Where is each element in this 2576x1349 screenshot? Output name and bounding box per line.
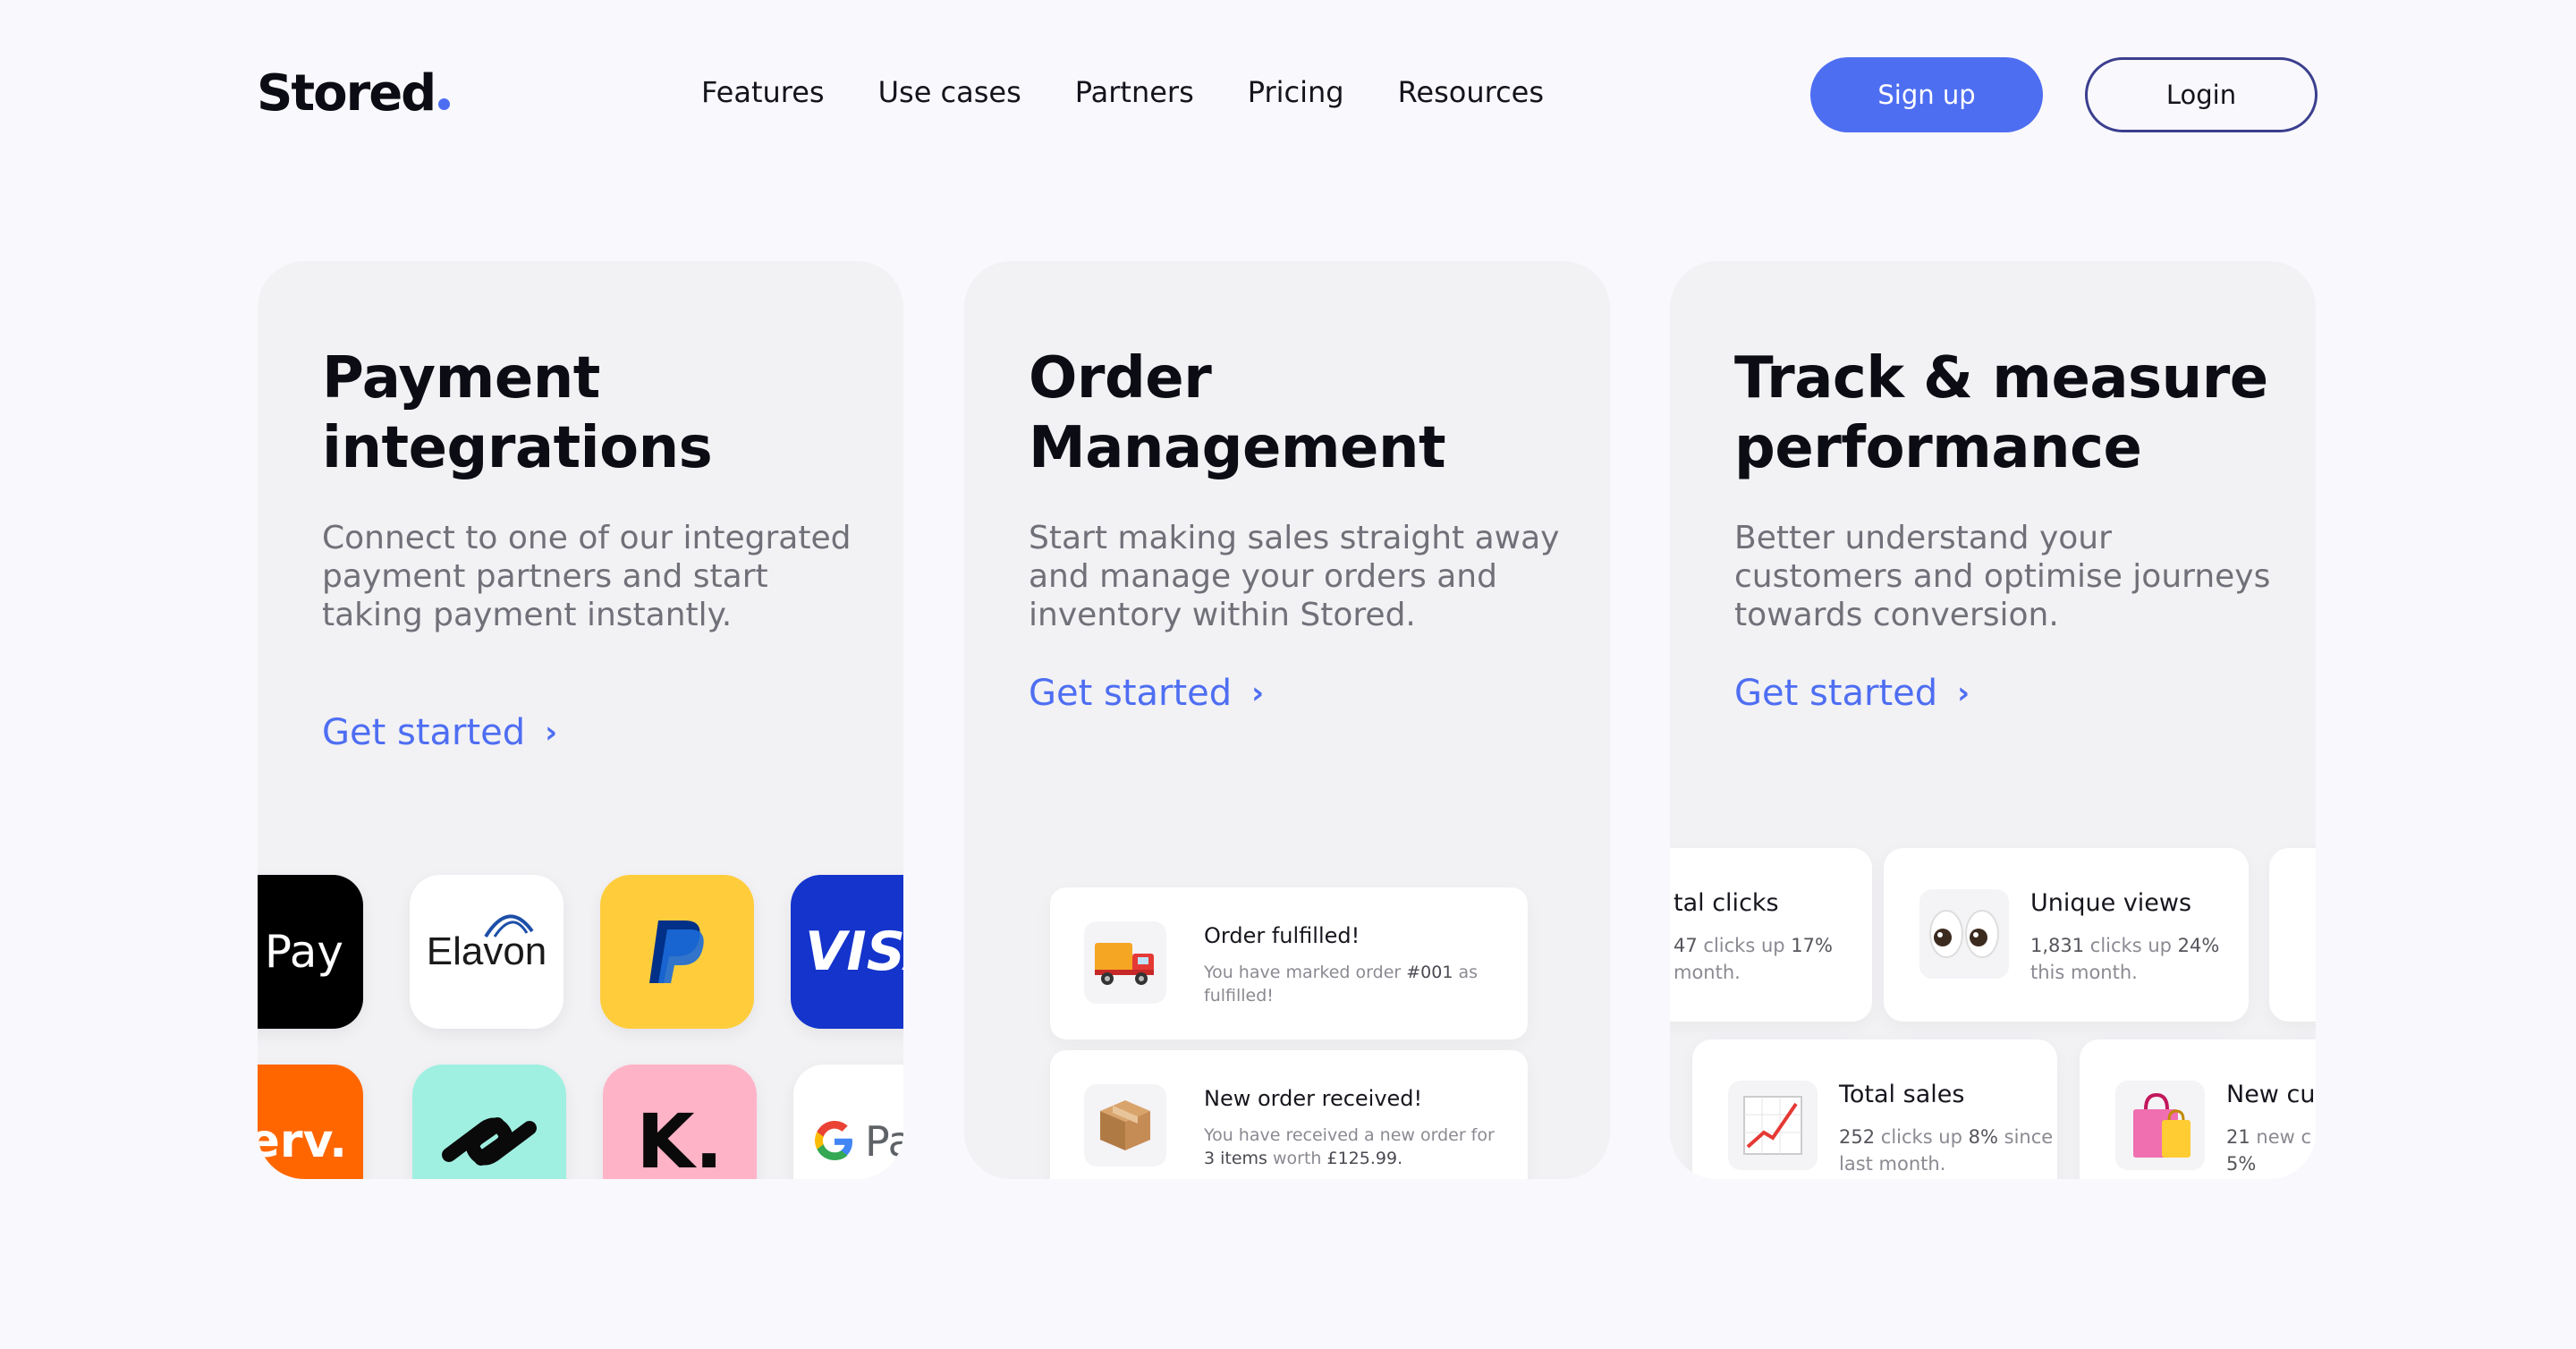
chevron-right-icon: › xyxy=(1251,675,1265,711)
order-management-card: Order Management Start making sales stra… xyxy=(964,261,1610,1179)
card-description: Start making sales straight away and man… xyxy=(1029,520,1560,633)
visa-label: VISA xyxy=(805,921,903,983)
stat-title: tal clicks xyxy=(1674,889,1779,917)
chart-up-icon xyxy=(1728,1081,1818,1170)
logo-dot xyxy=(438,98,451,110)
shopping-bags-icon xyxy=(2115,1081,2205,1170)
notification-title: Order fulfilled! xyxy=(1204,923,1360,948)
logo-text: Stored xyxy=(257,64,436,123)
cta-label: Get started xyxy=(1029,673,1233,714)
stat-text: 21 new c 5% xyxy=(2226,1126,2312,1175)
total-sales-stat: Total sales 252 clicks up 8% since last … xyxy=(1692,1039,2057,1179)
new-order-notification: New order received! You have received a … xyxy=(1050,1050,1528,1179)
order-fulfilled-notification: Order fulfilled! You have marked order #… xyxy=(1050,887,1528,1039)
klarna-logo: K. xyxy=(603,1065,757,1179)
package-box-icon xyxy=(1084,1084,1166,1167)
fiserv-label: fiserv. xyxy=(258,1115,347,1168)
get-started-link[interactable]: Get started › xyxy=(322,712,557,753)
login-button[interactable]: Login xyxy=(2085,57,2318,132)
klarna-label: K. xyxy=(636,1098,724,1179)
card-title: Payment integrations xyxy=(322,345,713,481)
nav-resources[interactable]: Resources xyxy=(1398,75,1544,109)
nav-features[interactable]: Features xyxy=(701,75,825,109)
nav-pricing[interactable]: Pricing xyxy=(1248,75,1344,109)
card-description: Better understand your customers and opt… xyxy=(1734,520,2271,633)
link-logo xyxy=(412,1065,566,1179)
gpay-label: Pay xyxy=(865,1117,903,1166)
stat-text: 47 clicks up 17% month. xyxy=(1674,935,1833,983)
stat-title: New cu xyxy=(2226,1081,2316,1108)
apple-pay-label: Pay xyxy=(264,926,343,978)
signup-button[interactable]: Sign up xyxy=(1810,57,2043,132)
unique-views-stat: Unique views 1,831 clicks up 24% this mo… xyxy=(1884,848,2249,1022)
elavon-swoosh-icon xyxy=(484,914,534,938)
paypal-icon xyxy=(649,921,704,983)
stat-title: Total sales xyxy=(1839,1081,1965,1108)
notification-text: You have received a new order for 3 item… xyxy=(1204,1125,1495,1168)
new-customers-stat: New cu 21 new c 5% xyxy=(2080,1039,2316,1179)
chain-link-icon xyxy=(442,1117,537,1166)
elavon-logo: Elavon xyxy=(410,875,564,1029)
chevron-right-icon: › xyxy=(545,715,558,751)
stat-text: 1,831 clicks up 24% this month. xyxy=(2030,935,2220,983)
notification-text: You have marked order #001 as fulfilled! xyxy=(1204,963,1479,1005)
apple-icon: ● xyxy=(258,931,259,972)
site-header: Stored Features Use cases Partners Prici… xyxy=(0,0,2576,197)
apple-pay-logo: ● Pay xyxy=(258,875,363,1029)
get-started-link[interactable]: Get started › xyxy=(1734,673,1970,714)
chevron-right-icon: › xyxy=(1957,675,1970,711)
card-description: Connect to one of our integrated payment… xyxy=(322,520,852,633)
stat-title: Unique views xyxy=(2030,889,2192,917)
notification-title: New order received! xyxy=(1204,1086,1423,1111)
fiserv-logo: fiserv. xyxy=(258,1065,363,1179)
payment-integrations-card: Payment integrations Connect to one of o… xyxy=(258,261,903,1179)
nav-partners[interactable]: Partners xyxy=(1075,75,1194,109)
stat-card-partial xyxy=(2269,848,2316,1022)
card-title: Order Management xyxy=(1029,345,1446,481)
cta-label: Get started xyxy=(322,712,526,753)
google-g-icon xyxy=(815,1121,852,1160)
card-title: Track & measure performance xyxy=(1734,345,2268,481)
google-pay-logo: Pay xyxy=(793,1065,903,1179)
cta-label: Get started xyxy=(1734,673,1938,714)
get-started-link[interactable]: Get started › xyxy=(1029,673,1264,714)
stored-logo[interactable]: Stored xyxy=(257,64,451,123)
nav-use-cases[interactable]: Use cases xyxy=(878,75,1021,109)
delivery-truck-icon xyxy=(1084,921,1166,1004)
stat-text: 252 clicks up 8% since last month. xyxy=(1839,1126,2054,1175)
track-performance-card: Track & measure performance Better under… xyxy=(1670,261,2316,1179)
main-nav: Features Use cases Partners Pricing Reso… xyxy=(701,75,1597,109)
eyes-icon xyxy=(1919,889,2009,979)
total-clicks-stat: tal clicks 47 clicks up 17% month. xyxy=(1670,848,1872,1022)
paypal-logo xyxy=(600,875,754,1029)
visa-logo: VISA xyxy=(791,875,903,1029)
